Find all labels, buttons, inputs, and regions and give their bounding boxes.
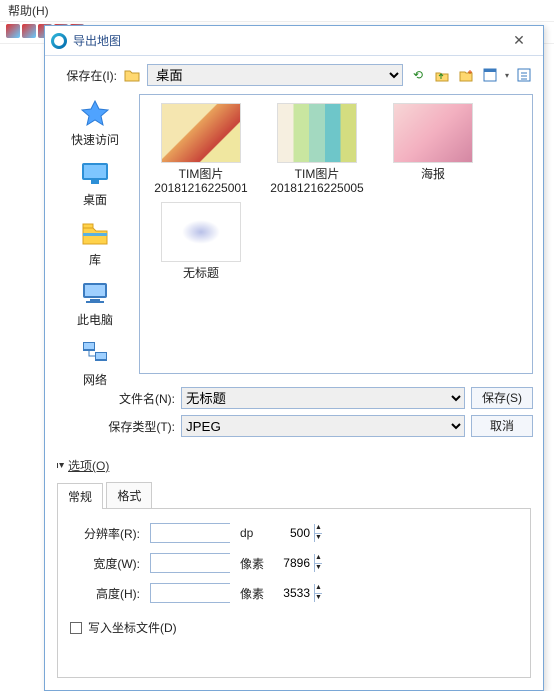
- write-world-file-checkbox[interactable]: 写入坐标文件(D): [70, 619, 177, 636]
- filename-input[interactable]: 无标题: [181, 387, 465, 409]
- export-map-dialog: 导出地图 ✕ 保存在(I): 桌面 ⟲ ▾ 快速访问: [44, 25, 544, 691]
- file-thumbnail: [161, 103, 241, 163]
- tools-icon[interactable]: [515, 66, 533, 84]
- place-label: 快速访问: [60, 131, 130, 148]
- unit-label: 像素: [240, 585, 264, 602]
- spin-down-icon[interactable]: ▼: [314, 534, 322, 543]
- tab-general[interactable]: 常规: [57, 483, 103, 509]
- place-label: 此电脑: [60, 311, 130, 328]
- unit-label: 像素: [240, 555, 264, 572]
- new-folder-icon[interactable]: [457, 66, 475, 84]
- spin-up-icon[interactable]: ▲: [314, 554, 322, 564]
- place-quick-access[interactable]: 快速访问: [60, 98, 130, 148]
- resolution-label: 分辨率(R):: [70, 525, 140, 542]
- file-thumbnail: [161, 202, 241, 262]
- save-in-label: 保存在(I):: [55, 67, 117, 84]
- file-list[interactable]: TIM图片20181216225001 TIM图片20181216225005 …: [139, 94, 533, 374]
- width-label: 宽度(W):: [70, 555, 140, 572]
- location-select[interactable]: 桌面: [147, 64, 403, 86]
- height-label: 高度(H):: [70, 585, 140, 602]
- save-location-row: 保存在(I): 桌面 ⟲ ▾: [45, 56, 543, 94]
- up-icon[interactable]: [433, 66, 451, 84]
- view-dropdown-icon[interactable]: ▾: [505, 71, 509, 80]
- folder-icon: [123, 66, 141, 84]
- save-button[interactable]: 保存(S): [471, 387, 533, 409]
- file-thumbnail: [277, 103, 357, 163]
- file-label: 无标题: [146, 266, 256, 280]
- place-network[interactable]: 网络: [60, 338, 130, 388]
- file-item[interactable]: 无标题: [146, 202, 256, 280]
- bg-help-menu[interactable]: 帮助(H): [0, 0, 554, 22]
- options-toggle[interactable]: ▸ 选项(O): [59, 457, 109, 474]
- dialog-title: 导出地图: [73, 32, 501, 49]
- checkbox-icon: [70, 622, 82, 634]
- app-icon: [51, 33, 67, 49]
- filename-label: 文件名(N):: [55, 390, 175, 407]
- resolution-input[interactable]: ▲▼: [150, 523, 230, 543]
- spin-up-icon[interactable]: ▲: [314, 584, 322, 594]
- spin-up-icon[interactable]: ▲: [314, 524, 322, 534]
- back-icon[interactable]: ⟲: [409, 66, 427, 84]
- file-label: 海报: [378, 167, 488, 181]
- cancel-button[interactable]: 取消: [471, 415, 533, 437]
- view-icon[interactable]: [481, 66, 499, 84]
- place-library[interactable]: 库: [60, 218, 130, 268]
- file-label: TIM图片20181216225005: [262, 167, 372, 196]
- file-item[interactable]: TIM图片20181216225005: [262, 103, 372, 196]
- filetype-label: 保存类型(T):: [55, 418, 175, 435]
- file-thumbnail: [393, 103, 473, 163]
- place-label: 桌面: [60, 191, 130, 208]
- options-tabs: 常规 格式: [57, 482, 531, 508]
- places-bar: 快速访问 桌面 库 此电脑 网络: [55, 94, 135, 374]
- spin-down-icon[interactable]: ▼: [314, 594, 322, 603]
- filetype-select[interactable]: JPEG: [181, 415, 465, 437]
- place-label: 库: [60, 251, 130, 268]
- file-item[interactable]: 海报: [378, 103, 488, 196]
- resolution-unit: dp: [240, 526, 253, 540]
- close-button[interactable]: ✕: [501, 32, 537, 49]
- file-browser: 快速访问 桌面 库 此电脑 网络 TIM图片201812162250: [45, 94, 543, 384]
- place-this-pc[interactable]: 此电脑: [60, 278, 130, 328]
- options-pane: 分辨率(R): ▲▼ dp 宽度(W): ▲▼ 像素 高度(H): ▲▼ 像素: [57, 508, 531, 678]
- filename-row: 文件名(N): 无标题 保存(S): [45, 384, 543, 412]
- place-label: 网络: [60, 371, 130, 388]
- tab-format[interactable]: 格式: [106, 482, 152, 508]
- width-input[interactable]: ▲▼: [150, 553, 230, 573]
- height-input[interactable]: ▲▼: [150, 583, 230, 603]
- place-desktop[interactable]: 桌面: [60, 158, 130, 208]
- filetype-row: 保存类型(T): JPEG 取消: [45, 412, 543, 447]
- chevron-down-icon: ▸: [56, 463, 67, 468]
- file-item[interactable]: TIM图片20181216225001: [146, 103, 256, 196]
- spin-down-icon[interactable]: ▼: [314, 564, 322, 573]
- titlebar: 导出地图 ✕: [45, 26, 543, 56]
- file-label: TIM图片20181216225001: [146, 167, 256, 196]
